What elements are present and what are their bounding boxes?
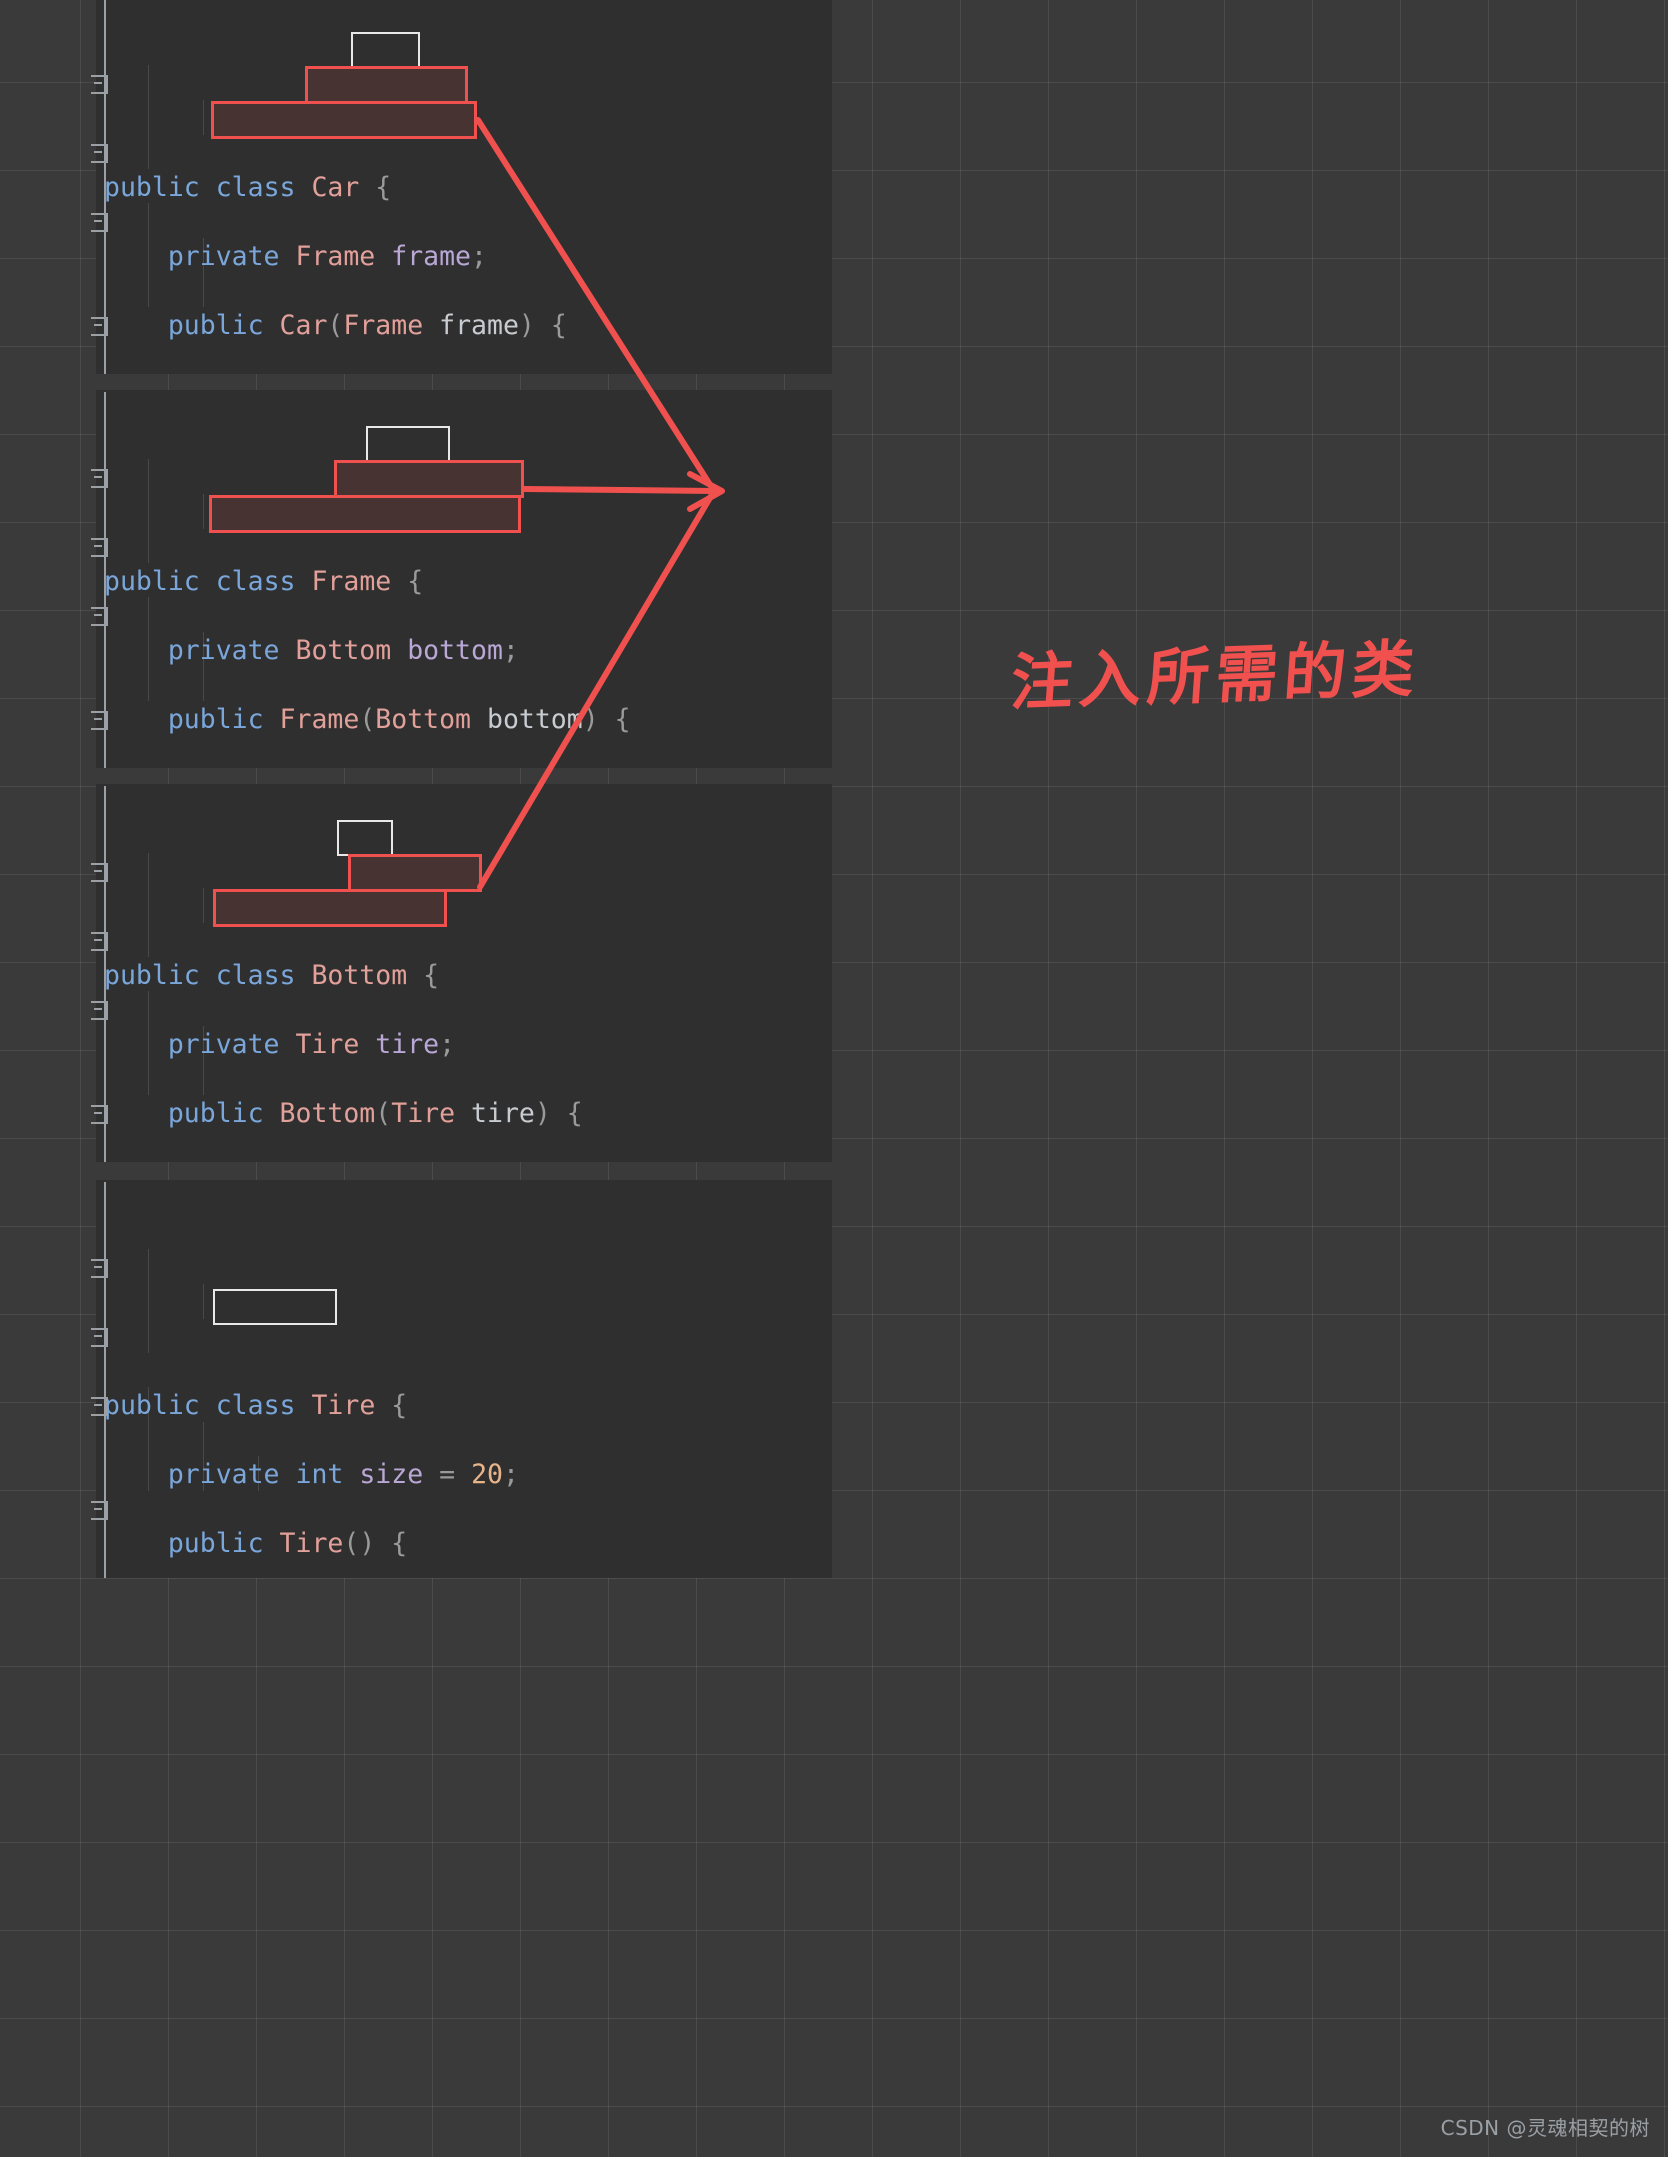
fold-marker-icon[interactable] <box>88 141 110 163</box>
fold-marker-icon[interactable] <box>88 210 110 232</box>
code-line: public Car(Frame frame) { <box>167 309 567 341</box>
fold-marker-icon[interactable] <box>88 1394 110 1416</box>
code-line: public class Bottom { <box>104 959 440 991</box>
code-block-tire: public class Tire { private int size = 2… <box>96 1180 832 1578</box>
fold-marker-icon[interactable] <box>88 929 110 951</box>
code-line: private int size = 20; <box>167 1459 519 1490</box>
annotation-label: 注入所需的类 <box>1008 631 1423 720</box>
code-line: private Tire tire; <box>167 1028 456 1060</box>
fold-marker-icon[interactable] <box>88 72 110 94</box>
code-line: public Frame(Bottom bottom) { <box>167 703 631 735</box>
watermark: CSDN @灵魂相契的树 <box>1440 2116 1650 2140</box>
fold-marker-icon[interactable] <box>88 535 110 557</box>
fold-marker-icon[interactable] <box>88 604 110 626</box>
code-block-frame: public class Frame { private Bottom bott… <box>96 390 832 768</box>
code-line: public Tire() { <box>167 1528 408 1559</box>
code-block-bottom: public class Bottom { private Tire tire;… <box>96 784 832 1162</box>
code-line: private Bottom bottom; <box>167 634 519 666</box>
fold-marker-icon[interactable] <box>88 998 110 1020</box>
fold-marker-icon[interactable] <box>88 466 110 488</box>
code-line: private Frame frame; <box>167 240 487 272</box>
code-line: public class Frame { <box>104 565 424 597</box>
fold-marker-icon[interactable] <box>88 1325 110 1347</box>
fold-marker-icon[interactable] <box>88 860 110 882</box>
fold-marker-icon[interactable] <box>88 708 110 730</box>
code-line: public class Car { <box>104 171 392 203</box>
code-line: public Bottom(Tire tire) { <box>167 1097 583 1129</box>
code-block-car: public class Car { private Frame frame; … <box>96 0 832 374</box>
fold-marker-icon[interactable] <box>88 1498 110 1520</box>
fold-marker-icon[interactable] <box>88 1256 110 1278</box>
fold-marker-icon[interactable] <box>88 1102 110 1124</box>
fold-marker-icon[interactable] <box>88 314 110 336</box>
code-line: public class Tire { <box>104 1390 408 1421</box>
